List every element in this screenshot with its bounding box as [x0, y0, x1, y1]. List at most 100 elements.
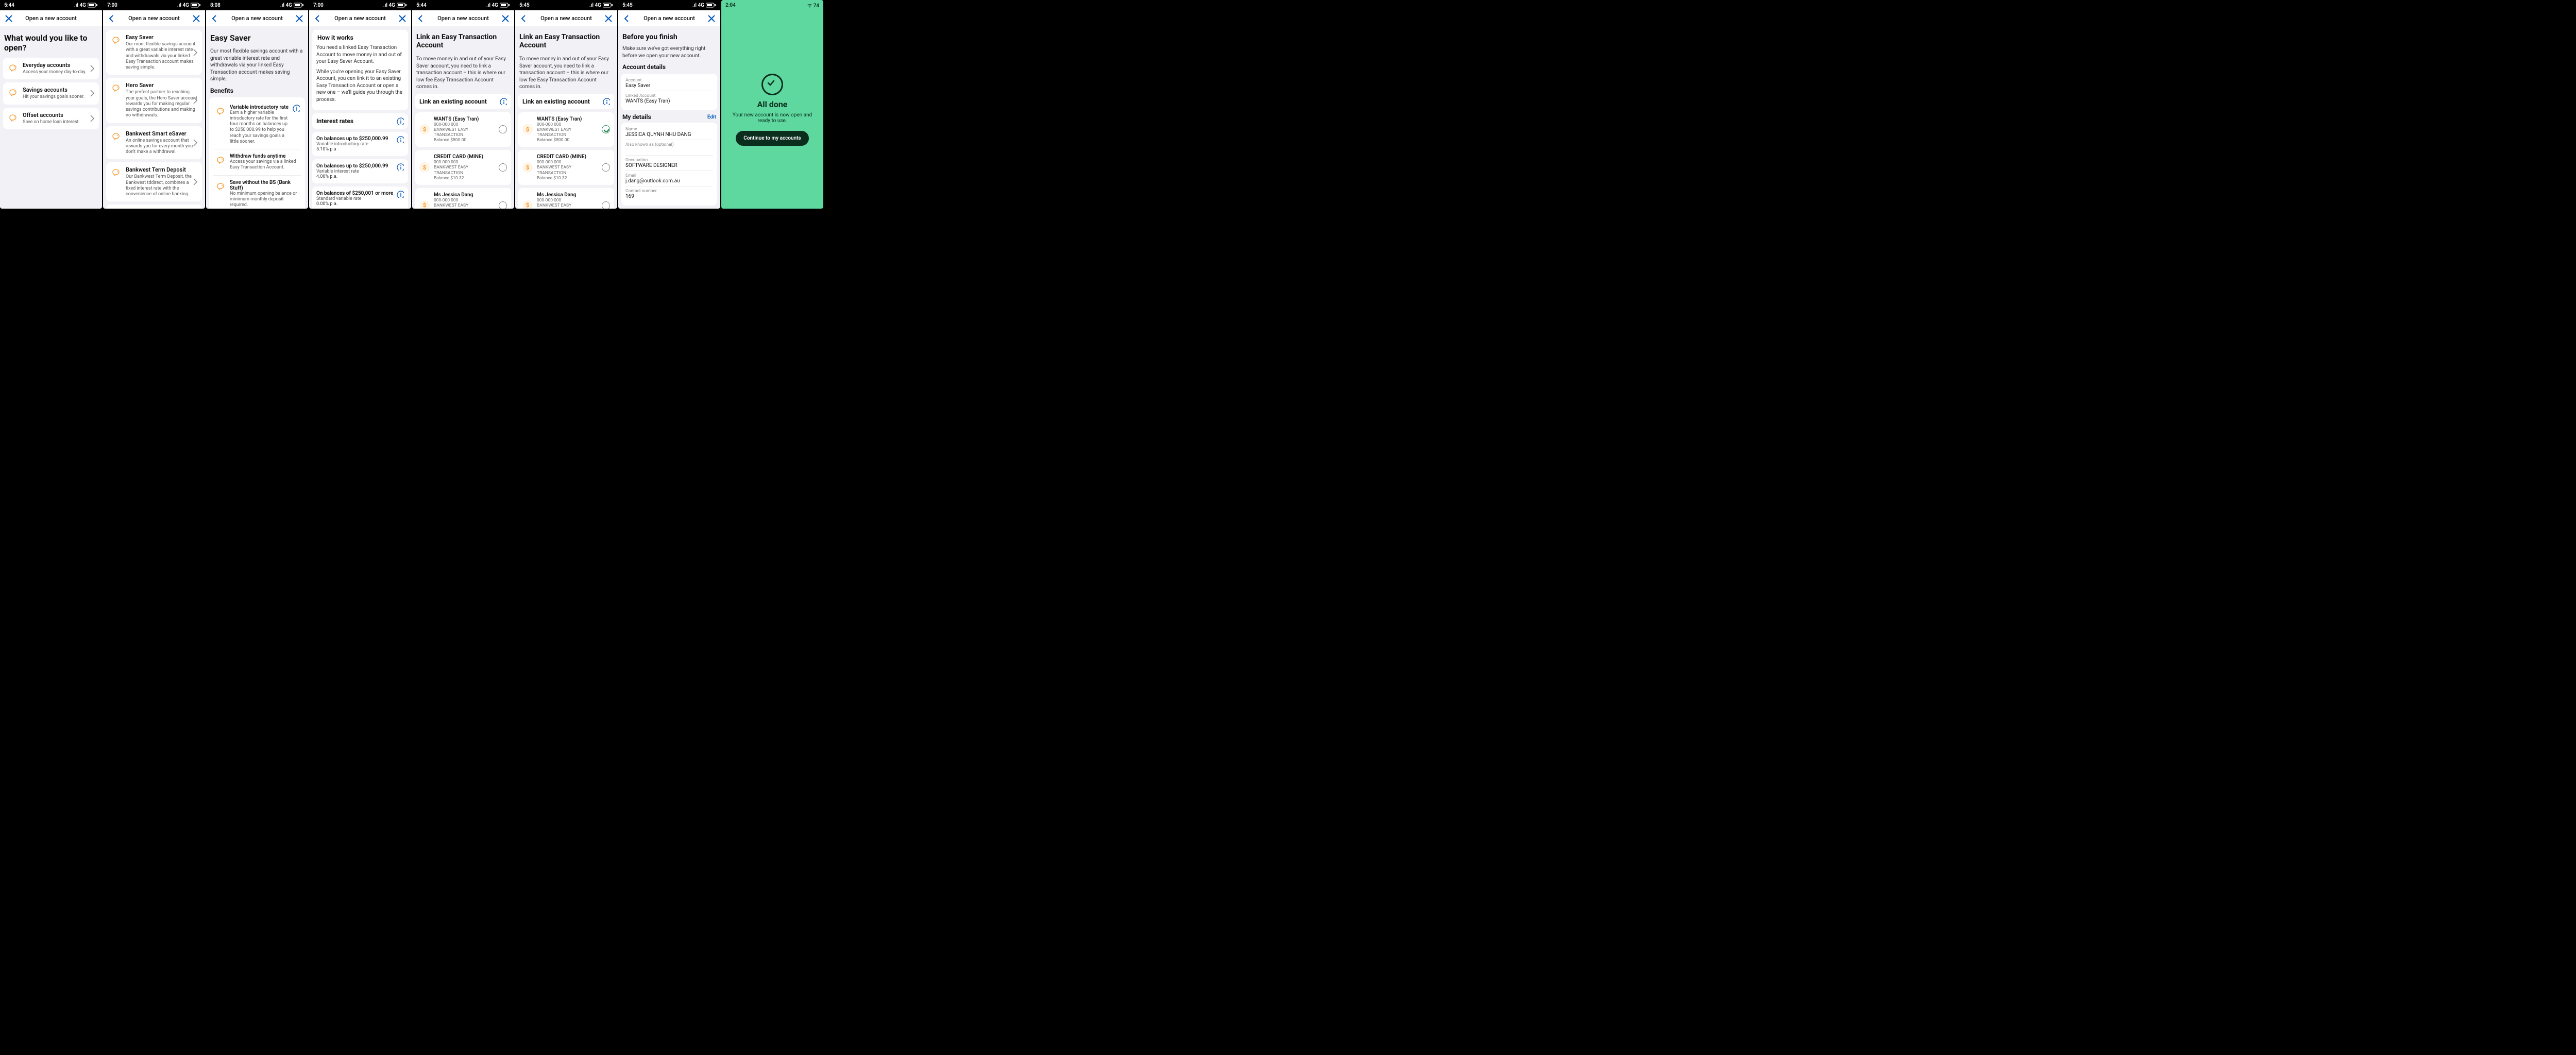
- status-signal: .ıl 4G: [692, 3, 704, 8]
- savings-option[interactable]: Hero SaverThe perfect partner to reachin…: [106, 78, 202, 123]
- info-icon[interactable]: [397, 117, 404, 125]
- option-everyday[interactable]: Everyday accounts Access your money day-…: [3, 58, 99, 79]
- piggy-icon: [110, 130, 122, 142]
- battery-icon: [500, 3, 510, 8]
- edit-link[interactable]: Edit: [707, 114, 716, 120]
- option-savings[interactable]: Savings accounts Hit your savings goals …: [3, 82, 99, 104]
- benefit-desc: Access your savings via a linked Easy Tr…: [230, 159, 300, 171]
- close-icon[interactable]: [707, 14, 716, 23]
- screen-account-type: 5:44 .ıl 4G Open a new account What woul…: [0, 0, 102, 209]
- nav-bar: Open a new account: [103, 10, 205, 27]
- chevron-icon: [89, 89, 96, 97]
- how-title: How it works: [317, 34, 403, 41]
- info-icon[interactable]: [500, 98, 507, 105]
- info-icon[interactable]: [293, 105, 300, 112]
- back-icon[interactable]: [107, 14, 116, 23]
- back-icon[interactable]: [519, 14, 529, 23]
- status-bar: 5:44 .ıl 4G: [412, 0, 514, 10]
- existing-title: Link an existing account: [419, 98, 487, 105]
- account-type: BANKWEST EASY TRANSACTION: [537, 203, 598, 209]
- how-para: You need a linked Easy Transaction Accou…: [316, 44, 403, 65]
- chevron-icon: [89, 64, 96, 73]
- nav-bar: Open a new account: [515, 10, 617, 27]
- status-signal: ᯤ 74: [807, 2, 819, 9]
- nav-bar: Open a new account: [618, 10, 720, 27]
- my-details-title: My details: [622, 113, 651, 121]
- status-time: 5:45: [622, 3, 633, 8]
- field-value: j.dang@outlook.com.au: [625, 178, 713, 184]
- nav-title: Open a new account: [632, 15, 707, 22]
- option-offset[interactable]: Offset accounts Save on home loan intere…: [3, 108, 99, 129]
- account-option[interactable]: $WANTS (Easy Tran)000-000 000BANKWEST EA…: [415, 112, 511, 147]
- close-icon[interactable]: [4, 14, 13, 23]
- nav-title: Open a new account: [219, 15, 295, 22]
- nav-title: Open a new account: [116, 15, 192, 22]
- account-option[interactable]: $Ms Jessica Dang000-000 000BANKWEST EASY…: [415, 188, 511, 209]
- rate-title: On balances of $250,001 or more: [316, 191, 393, 196]
- chevron-icon: [192, 96, 199, 105]
- field-label: Linked Account: [625, 93, 713, 98]
- account-name: WANTS (Easy Tran): [537, 116, 598, 122]
- rate-row: On balances of $250,001 or moreStandard …: [312, 186, 408, 209]
- radio-icon[interactable]: [602, 125, 610, 133]
- info-icon[interactable]: [603, 98, 610, 105]
- nav-title: Open a new account: [13, 15, 89, 22]
- how-para: While you're opening your Easy Saver Acc…: [316, 69, 403, 104]
- savings-option[interactable]: Gold Term DepositPut your money away for…: [106, 205, 202, 209]
- info-icon[interactable]: [397, 163, 404, 171]
- status-time: 7:00: [313, 3, 324, 8]
- radio-icon[interactable]: [499, 125, 507, 133]
- status-time: 5:44: [4, 3, 14, 8]
- close-icon[interactable]: [295, 14, 304, 23]
- account-option[interactable]: $WANTS (Easy Tran)000-000 000BANKWEST EA…: [518, 112, 614, 147]
- info-icon[interactable]: [397, 191, 404, 198]
- nav-bar: Open a new account: [0, 10, 102, 27]
- close-icon[interactable]: [398, 14, 407, 23]
- radio-icon[interactable]: [602, 201, 610, 209]
- continue-button[interactable]: Continue to my accounts: [736, 131, 808, 146]
- field-label: Also known as (optional): [625, 142, 713, 147]
- rate-value: 4.00% p.a.: [316, 174, 388, 179]
- back-icon[interactable]: [210, 14, 219, 23]
- nav-title: Open a new account: [323, 15, 398, 22]
- status-bar: 7:00 .ıl 4G: [103, 0, 205, 10]
- account-name: CREDIT CARD (MINE): [434, 154, 495, 160]
- radio-icon[interactable]: [499, 201, 507, 209]
- account-option[interactable]: $CREDIT CARD (MINE)000-000 000BANKWEST E…: [415, 150, 511, 185]
- savings-option[interactable]: Bankwest Term DepositOur Bankwest Term D…: [106, 162, 202, 201]
- piggy-icon: [7, 87, 19, 98]
- back-icon[interactable]: [416, 14, 426, 23]
- info-icon[interactable]: [397, 136, 404, 143]
- account-option[interactable]: $CREDIT CARD (MINE)000-000 000BANKWEST E…: [518, 150, 614, 185]
- status-bar: 2:04 ᯤ 74: [721, 0, 823, 10]
- close-icon[interactable]: [192, 14, 201, 23]
- benefit-desc: Earn a higher variable introductory rate…: [230, 110, 289, 145]
- account-number: 000-000 000: [537, 160, 598, 165]
- close-icon[interactable]: [604, 14, 613, 23]
- radio-icon[interactable]: [499, 163, 507, 172]
- close-icon[interactable]: [501, 14, 510, 23]
- benefit-title: Withdraw funds anytime: [230, 154, 300, 159]
- back-icon[interactable]: [313, 14, 323, 23]
- battery-icon: [603, 3, 613, 8]
- benefit-row: Withdraw funds anytimeAccess your saving…: [213, 150, 301, 174]
- battery-icon: [88, 3, 98, 8]
- account-option[interactable]: $Ms Jessica Dang000-000 000BANKWEST EASY…: [518, 188, 614, 209]
- radio-icon[interactable]: [602, 163, 610, 172]
- account-type: BANKWEST EASY TRANSACTION: [434, 127, 495, 138]
- status-bar: 8:08 .ıl 4G: [206, 0, 308, 10]
- option-title: Offset accounts: [23, 112, 80, 118]
- back-icon[interactable]: [622, 14, 632, 23]
- status-time: 7:00: [107, 3, 117, 8]
- account-details-title: Account details: [622, 63, 716, 71]
- savings-option[interactable]: Easy SaverOur most flexible savings acco…: [106, 30, 202, 75]
- rate-title: On balances up to $250,000.99: [316, 163, 388, 169]
- field-value: JESSICA QUYNH NHU DANG: [625, 132, 713, 138]
- savings-option[interactable]: Bankwest Smart eSaverAn online savings a…: [106, 126, 202, 160]
- field-label: Account: [625, 78, 713, 83]
- dollar-icon: $: [522, 124, 533, 134]
- account-balance: Balance $10.32: [434, 176, 495, 181]
- benefit-icon: [214, 180, 226, 191]
- offset-icon: [7, 112, 19, 123]
- status-bar: 7:00 .ıl 4G: [309, 0, 411, 10]
